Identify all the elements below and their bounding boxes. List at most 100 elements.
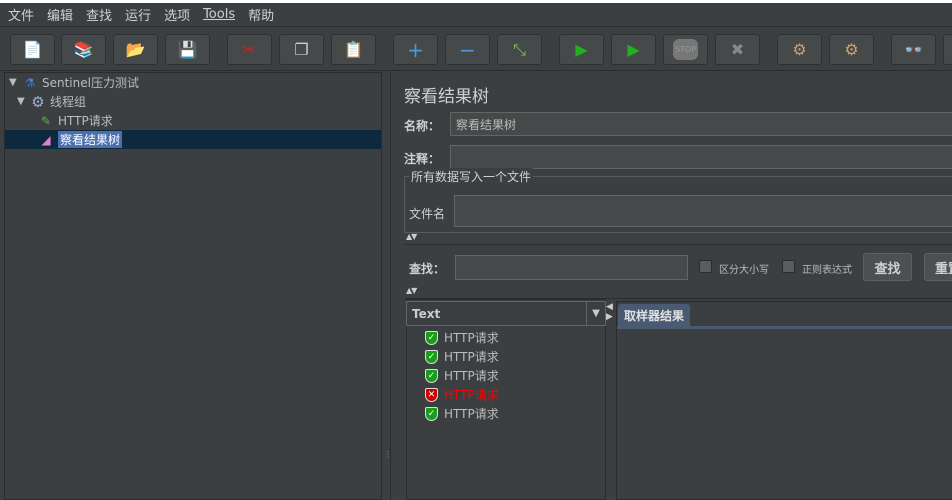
shutdown-button[interactable]: ✖ (715, 34, 760, 65)
expand-triangle-icon[interactable]: ▼ (9, 77, 21, 88)
chevron-down-icon[interactable]: ▼ (586, 302, 605, 325)
case-sensitive-label: 区分大小写 (719, 265, 769, 276)
collapse-arrows-icon[interactable]: ▲▼ (406, 286, 417, 295)
case-sensitive-checkbox[interactable] (699, 260, 712, 273)
view-results-tree-panel: 察看结果树 名称： 察看结果树 注释： 所有数据写入一个文件 文件名 ▲▼ 查找… (390, 72, 952, 500)
success-shield-icon: ✓ (425, 330, 438, 345)
menu-bar: 文件 编辑 查找 运行 选项 Tools 帮助 (0, 3, 952, 27)
regex-label: 正则表达式 (802, 265, 852, 276)
menu-file[interactable]: 文件 (8, 5, 34, 24)
filename-label: 文件名 (409, 207, 446, 221)
start-icon: ▶ (575, 40, 588, 59)
overflow-button[interactable] (943, 34, 952, 65)
toggle-icon: ⤡ (513, 39, 526, 59)
result-item[interactable]: ✓ HTTP请求 (425, 347, 499, 366)
open-button[interactable]: 📂 (113, 34, 158, 65)
menu-help[interactable]: 帮助 (248, 5, 274, 24)
tree-node-test-plan[interactable]: ▼ ⚗ Sentinel压力测试 (9, 73, 139, 92)
start-button[interactable]: ▶ (559, 34, 604, 65)
cut-button[interactable]: ✂ (227, 34, 272, 65)
success-shield-icon: ✓ (425, 406, 438, 421)
collapse-icon: − (459, 37, 476, 62)
result-item[interactable]: ✓ HTTP请求 (425, 366, 499, 385)
search-binoculars-button[interactable]: 👓 (891, 34, 936, 65)
test-plan-tree: ▼ ⚗ Sentinel压力测试 ▼ ⚙ 线程组 ✎ HTTP请求 ◢ 察看结果… (4, 72, 382, 500)
results-list: ✓ HTTP请求 ✓ HTTP请求 ✓ HTTP请求 ✕ HTTP请求 ✓ HTTP请求 (406, 299, 606, 500)
copy-button[interactable]: ❐ (279, 34, 324, 65)
tree-node-view-results-tree[interactable]: ◢ 察看结果树 (37, 130, 123, 149)
success-shield-icon: ✓ (425, 349, 438, 364)
name-field[interactable]: 察看结果树 (450, 112, 952, 136)
tree-label: HTTP请求 (58, 114, 113, 128)
result-label: HTTP请求 (444, 369, 499, 383)
result-label: HTTP请求 (444, 388, 499, 402)
tab-sampler-result[interactable]: 取样器结果 (618, 304, 691, 326)
flask-icon: ⚗ (24, 75, 36, 90)
collapse-arrows-icon[interactable]: ▲▼ (406, 232, 417, 241)
reset-button[interactable]: 重置 (924, 253, 952, 281)
renderer-select[interactable]: Text ▼ (406, 301, 606, 326)
tree-label: 线程组 (50, 95, 87, 109)
gear-icon: ⚙ (31, 92, 45, 111)
search-field[interactable] (455, 255, 688, 280)
regex-checkbox[interactable] (782, 260, 795, 273)
start-no-timers-icon: ▶ (627, 40, 640, 59)
tree-node-thread-group[interactable]: ▼ ⚙ 线程组 (17, 92, 86, 111)
expand-triangle-icon[interactable]: ▼ (17, 96, 29, 107)
collapse-button[interactable]: − (445, 34, 490, 65)
pane-splitter[interactable]: ⋮ (382, 72, 392, 500)
templates-icon: 📚 (73, 40, 94, 59)
expand-button[interactable]: + (393, 34, 438, 65)
comment-label: 注释： (404, 152, 441, 166)
start-no-timers-button[interactable]: ▶ (611, 34, 656, 65)
result-tabs: 取样器结果 (616, 301, 952, 500)
paste-button[interactable]: 📋 (331, 34, 376, 65)
expand-icon: + (407, 37, 424, 62)
menu-run[interactable]: 运行 (125, 5, 151, 24)
tree-label: 察看结果树 (58, 131, 123, 148)
result-label: HTTP请求 (444, 407, 499, 421)
save-icon: 💾 (177, 40, 198, 59)
stop-button[interactable]: STOP (663, 34, 708, 65)
save-button[interactable]: 💾 (165, 34, 210, 65)
comment-field[interactable] (450, 145, 952, 169)
success-shield-icon: ✓ (425, 368, 438, 383)
paste-icon: 📋 (343, 40, 364, 59)
split-arrows-icon[interactable]: ◀ ▶ (606, 302, 613, 322)
tree-label: Sentinel压力测试 (42, 76, 139, 90)
name-label: 名称： (404, 119, 441, 133)
tab-underline (617, 326, 952, 329)
search-binoculars-icon: 👓 (903, 40, 924, 59)
result-label: HTTP请求 (444, 350, 499, 364)
menu-edit[interactable]: 编辑 (47, 5, 73, 24)
result-item[interactable]: ✕ HTTP请求 (425, 385, 499, 404)
clear-icon: ⚙ (792, 40, 807, 59)
result-item[interactable]: ✓ HTTP请求 (425, 328, 499, 347)
chart-icon: ◢ (41, 132, 51, 147)
shutdown-icon: ✖ (730, 40, 745, 59)
file-group-title: 所有数据写入一个文件 (409, 168, 534, 185)
menu-options[interactable]: 选项 (164, 5, 190, 24)
tree-node-http-request[interactable]: ✎ HTTP请求 (37, 111, 113, 130)
result-item[interactable]: ✓ HTTP请求 (425, 404, 499, 423)
stop-icon: STOP (672, 39, 699, 60)
panel-title: 察看结果树 (404, 87, 489, 107)
clear-button[interactable]: ⚙ (777, 34, 822, 65)
result-label: HTTP请求 (444, 331, 499, 345)
toolbar: 📄 📚 📂 💾 ✂ ❐ 📋 + − ⤡ ▶ ▶ STOP ✖ ⚙ ⚙ 👓 (0, 27, 952, 71)
filename-field[interactable] (454, 195, 952, 227)
toggle-button[interactable]: ⤡ (497, 34, 542, 65)
renderer-value: Text (412, 306, 441, 321)
pipette-icon: ✎ (40, 113, 52, 128)
clear-all-button[interactable]: ⚙ (829, 34, 874, 65)
error-shield-icon: ✕ (425, 387, 438, 402)
file-group: 所有数据写入一个文件 文件名 (404, 168, 952, 233)
copy-icon: ❐ (294, 40, 309, 59)
search-button[interactable]: 查找 (863, 253, 912, 281)
open-icon: 📂 (125, 40, 146, 59)
search-label: 查找： (409, 262, 446, 276)
new-button[interactable]: 📄 (10, 34, 55, 65)
menu-search[interactable]: 查找 (86, 5, 112, 24)
menu-tools[interactable]: Tools (203, 7, 235, 22)
templates-button[interactable]: 📚 (61, 34, 106, 65)
